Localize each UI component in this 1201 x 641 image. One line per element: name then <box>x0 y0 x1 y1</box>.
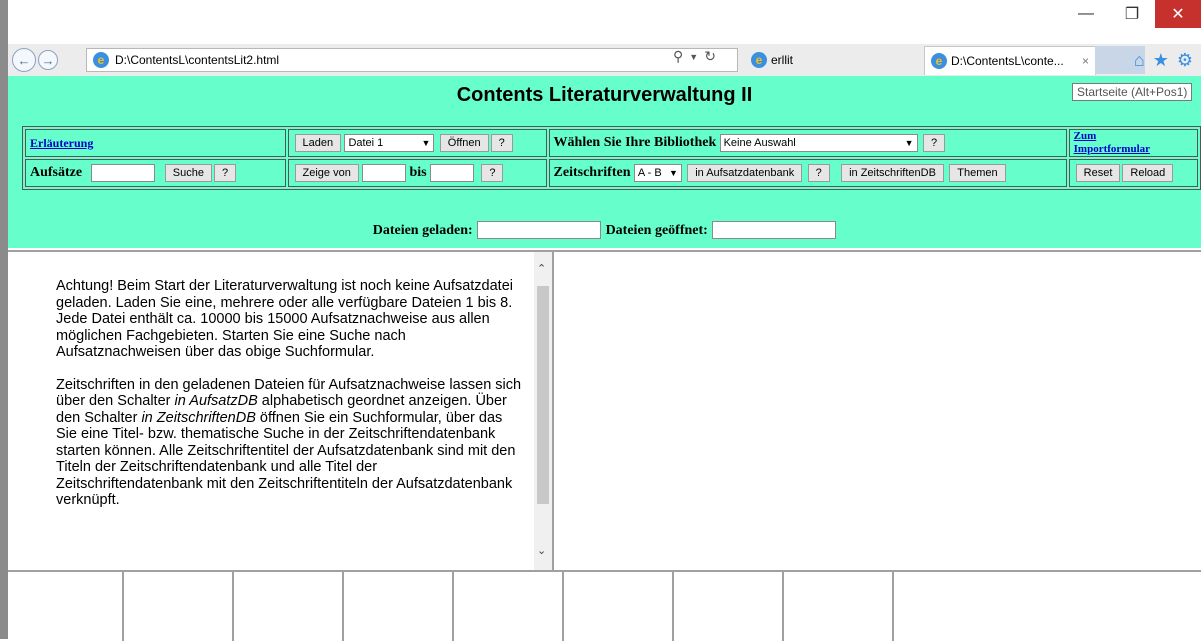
library-cell: Wählen Sie Ihre Bibliothek Keine Auswahl… <box>548 129 1067 157</box>
address-actions: ⚲ ▼ ↻ <box>673 48 716 65</box>
scroll-down-icon[interactable]: ⌄ <box>537 544 546 557</box>
scrollbar-thumb[interactable] <box>537 286 549 504</box>
close-button[interactable]: ✕ <box>1155 0 1201 28</box>
bottom-frame <box>8 572 124 641</box>
navigation-bar: ← → e D:\ContentsL\contentsLit2.html ⚲ ▼… <box>8 44 1201 77</box>
page-title: Contents Literaturverwaltung II <box>456 84 753 106</box>
range-to-input[interactable] <box>429 163 474 182</box>
ie-page-icon: e <box>93 52 109 68</box>
info-text-emphasis: in ZeitschriftenDB <box>141 409 256 426</box>
journals-cell: Zeitschriften A - B ▼ in Aufsatzdatenbank… <box>548 159 1067 187</box>
range-select-value: A - B <box>637 166 662 179</box>
reload-button[interactable]: Reload <box>1122 164 1174 182</box>
import-link-line1: Zum <box>1073 130 1097 142</box>
reset-cell: Reset Reload <box>1068 159 1198 187</box>
in-article-db-button[interactable]: in Aufsatzdatenbank <box>687 164 803 183</box>
info-text-emphasis: in AufsatzDB <box>174 393 258 409</box>
import-link[interactable]: Zum Importformular <box>1074 130 1150 155</box>
back-button[interactable]: ← <box>12 48 36 72</box>
address-text: D:\ContentsL\contentsLit2.html <box>115 53 280 67</box>
bottom-frame <box>454 572 564 641</box>
show-range-cell: Zeige von bis ? <box>287 159 547 187</box>
articles-cell: Aufsätze Suche? <box>25 159 286 187</box>
bottom-frame <box>564 572 674 641</box>
import-link-line2: Importformular <box>1073 143 1151 155</box>
info-frame: Achtung! Beim Start der Literaturverwalt… <box>8 250 554 570</box>
load-cell: Laden Datei 1 ▼ Öffnen? <box>287 129 547 157</box>
address-bar[interactable]: e D:\ContentsL\contentsLit2.html <box>86 48 738 72</box>
bottom-frames <box>8 570 1201 641</box>
search-button[interactable]: Suche <box>164 164 212 183</box>
chevron-down-icon: ▼ <box>421 137 431 148</box>
articles-label: Aufsätze <box>30 165 83 181</box>
info-paragraph-1: Achtung! Beim Start der Literaturverwalt… <box>56 278 513 360</box>
in-journal-db-button[interactable]: in ZeitschriftenDB <box>841 164 944 183</box>
status-bar: Dateien geladen: Dateien geöffnet: <box>8 221 1201 239</box>
dropdown-icon[interactable]: ▼ <box>689 52 698 65</box>
load-button[interactable]: Laden <box>294 134 342 153</box>
bottom-frame <box>784 572 894 641</box>
help-button[interactable]: ? <box>481 164 504 183</box>
files-opened-label: Dateien geöffnet: <box>605 223 708 239</box>
control-table: Erläuterung Laden Datei 1 ▼ Öffnen? Wähle… <box>22 126 1201 190</box>
library-select-value: Keine Auswahl <box>723 136 796 149</box>
reset-button[interactable]: Reset <box>1075 164 1121 182</box>
bottom-frame <box>234 572 344 641</box>
help-button[interactable]: ? <box>922 134 946 153</box>
file-select-value: Datei 1 <box>348 136 384 149</box>
help-button[interactable]: ? <box>807 164 830 183</box>
tab-erllit[interactable]: e erllit <box>751 46 919 74</box>
topics-button[interactable]: Themen <box>949 164 1006 183</box>
maximize-button[interactable]: ❐ <box>1109 0 1155 28</box>
forward-button[interactable]: → <box>38 50 58 70</box>
close-tab-icon[interactable]: × <box>1082 54 1089 68</box>
open-button[interactable]: Öffnen <box>439 134 489 153</box>
bottom-frame <box>124 572 234 641</box>
import-cell: Zum Importformular <box>1068 129 1198 157</box>
chevron-down-icon: ▼ <box>668 167 678 178</box>
help-button[interactable]: ? <box>490 134 513 153</box>
help-button[interactable]: ? <box>214 164 237 183</box>
tab-contentslit[interactable]: e D:\ContentsL\conte... × <box>924 46 1096 75</box>
range-from-input[interactable] <box>362 163 407 182</box>
gear-icon[interactable]: ⚙ <box>1177 50 1193 71</box>
range-select[interactable]: A - B ▼ <box>633 163 682 182</box>
info-paragraph-2: Zeitschriften in den geladenen Dateien f… <box>56 377 526 509</box>
ie-tab-icon: e <box>931 53 947 69</box>
explain-link[interactable]: Erläuterung <box>30 136 93 150</box>
favorites-star-icon[interactable]: ★ <box>1153 50 1169 71</box>
home-tooltip: Startseite (Alt+Pos1) <box>1072 83 1193 101</box>
files-loaded-label: Dateien geladen: <box>372 223 473 239</box>
show-from-button[interactable]: Zeige von <box>294 164 359 183</box>
control-frame: Contents Literaturverwaltung II Erläuter… <box>8 76 1201 248</box>
vertical-scrollbar[interactable]: ⌃ ⌄ <box>534 252 552 570</box>
files-loaded-field[interactable] <box>477 221 602 239</box>
bottom-frame <box>894 572 1201 641</box>
library-select[interactable]: Keine Auswahl ▼ <box>719 133 918 152</box>
journals-label: Zeitschriften <box>553 165 631 181</box>
explain-cell: Erläuterung <box>25 129 286 157</box>
file-select[interactable]: Datei 1 ▼ <box>344 133 435 152</box>
chevron-down-icon: ▼ <box>904 137 914 148</box>
home-icon[interactable]: ⌂ <box>1134 50 1145 71</box>
scroll-up-icon[interactable]: ⌃ <box>537 262 546 275</box>
info-text: Achtung! Beim Start der Literaturverwalt… <box>56 278 526 525</box>
files-opened-field[interactable] <box>712 221 837 239</box>
minimize-button[interactable]: — <box>1063 0 1109 28</box>
browser-chrome: — ❐ ✕ ← → e D:\ContentsL\contentsLit2.ht… <box>0 0 1201 639</box>
tab-contentslit-label: D:\ContentsL\conte... <box>951 54 1064 68</box>
articles-search-input[interactable] <box>91 163 156 182</box>
bottom-frame <box>344 572 454 641</box>
ie-tab-icon: e <box>751 52 767 68</box>
window-border <box>0 0 8 639</box>
refresh-icon[interactable]: ↻ <box>704 48 716 65</box>
bottom-frame <box>674 572 784 641</box>
search-icon[interactable]: ⚲ <box>673 48 683 65</box>
window-controls: — ❐ ✕ <box>1063 0 1201 30</box>
tab-erllit-label: erllit <box>771 53 794 67</box>
library-label: Wählen Sie Ihre Bibliothek <box>553 135 717 151</box>
to-label: bis <box>409 165 427 181</box>
results-frame <box>554 250 1201 570</box>
toolbar-icons: ⌂ ★ ⚙ <box>1134 50 1193 71</box>
